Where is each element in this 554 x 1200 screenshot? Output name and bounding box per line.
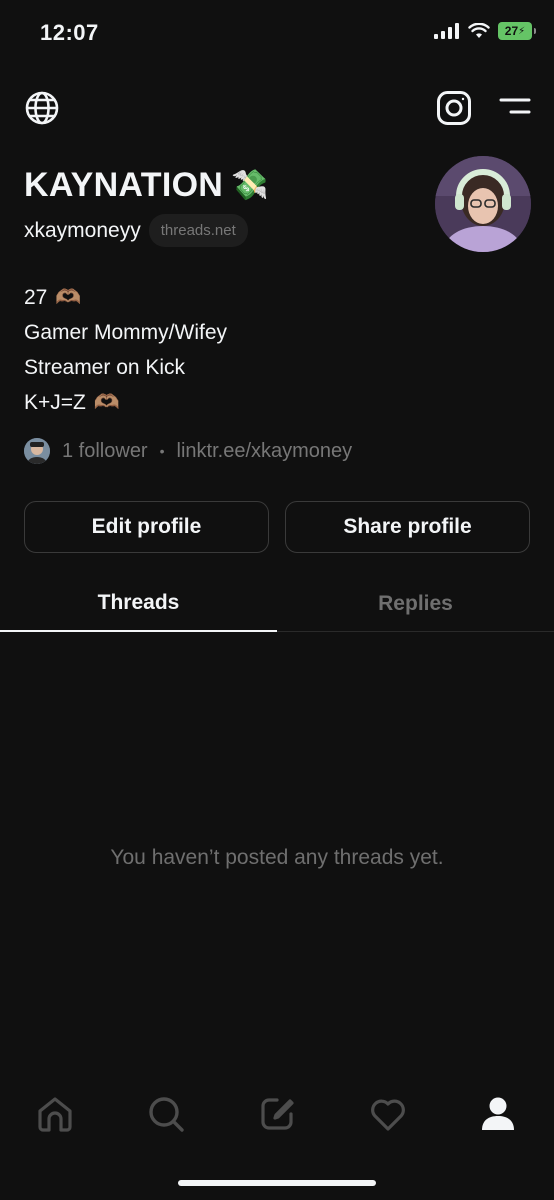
follower-count[interactable]: 1 follower (62, 440, 148, 463)
username-handle: xkaymoneyy (24, 218, 141, 242)
profile-bio: 27 🫶🏽 Gamer Mommy/Wifey Streamer on Kick… (24, 280, 227, 420)
wifi-icon (468, 23, 490, 38)
share-profile-button[interactable]: Share profile (285, 501, 530, 553)
cellular-signal-icon (434, 23, 459, 39)
battery-level: 27 (504, 24, 519, 38)
profile-avatar[interactable] (435, 156, 531, 252)
separator-dot: • (159, 443, 165, 459)
bio-line: 27 🫶🏽 (24, 280, 227, 315)
bio-text: 27 (24, 286, 48, 309)
bio-text: K+J=Z (24, 391, 86, 414)
tab-replies[interactable]: Replies (277, 576, 554, 632)
followers-row: 1 follower • linktr.ee/xkaymoney (24, 438, 352, 464)
status-icons: 27 ⚡ (434, 22, 536, 40)
heart-hands-emoji: 🫶🏽 (55, 286, 82, 309)
bio-line: Gamer Mommy/Wifey (24, 315, 227, 350)
charging-bolt-icon: ⚡ (518, 25, 526, 37)
profile-name: KAYNATION 💸 (24, 166, 269, 205)
menu-icon[interactable] (498, 94, 532, 123)
status-time: 12:07 (40, 20, 99, 45)
profile-tabs: Threads Replies (0, 576, 554, 632)
display-name: KAYNATION (24, 166, 224, 204)
heart-hands-emoji: 🫶🏽 (93, 391, 121, 414)
battery-indicator: 27 ⚡ (498, 22, 536, 40)
globe-icon[interactable] (24, 90, 60, 131)
edit-profile-button[interactable]: Edit profile (24, 501, 269, 553)
bottom-nav (0, 1088, 554, 1138)
follower-avatar[interactable] (24, 438, 50, 464)
bio-line: Streamer on Kick (24, 350, 227, 385)
status-bar: 12:07 27 ⚡ (0, 0, 554, 68)
instagram-icon[interactable] (436, 90, 472, 131)
compose-icon[interactable] (255, 1092, 299, 1136)
home-indicator (178, 1180, 376, 1186)
tab-threads[interactable]: Threads (0, 576, 277, 632)
handle-row: xkaymoneyy threads.net (24, 214, 248, 247)
profile-link[interactable]: linktr.ee/xkaymoney (177, 440, 353, 463)
threads-domain-badge[interactable]: threads.net (148, 214, 248, 247)
profile-icon[interactable] (476, 1092, 520, 1136)
heart-icon[interactable] (366, 1092, 410, 1136)
home-icon[interactable] (33, 1092, 77, 1136)
empty-state-message: You haven’t posted any threads yet. (110, 846, 444, 869)
bio-line: K+J=Z 🫶🏽 (24, 385, 227, 420)
search-icon[interactable] (144, 1092, 188, 1136)
top-nav (0, 88, 554, 128)
bio-text: Streamer on Kick (24, 356, 186, 379)
bio-text: Gamer Mommy/Wifey (24, 321, 228, 344)
money-wings-emoji: 💸 (231, 169, 269, 202)
